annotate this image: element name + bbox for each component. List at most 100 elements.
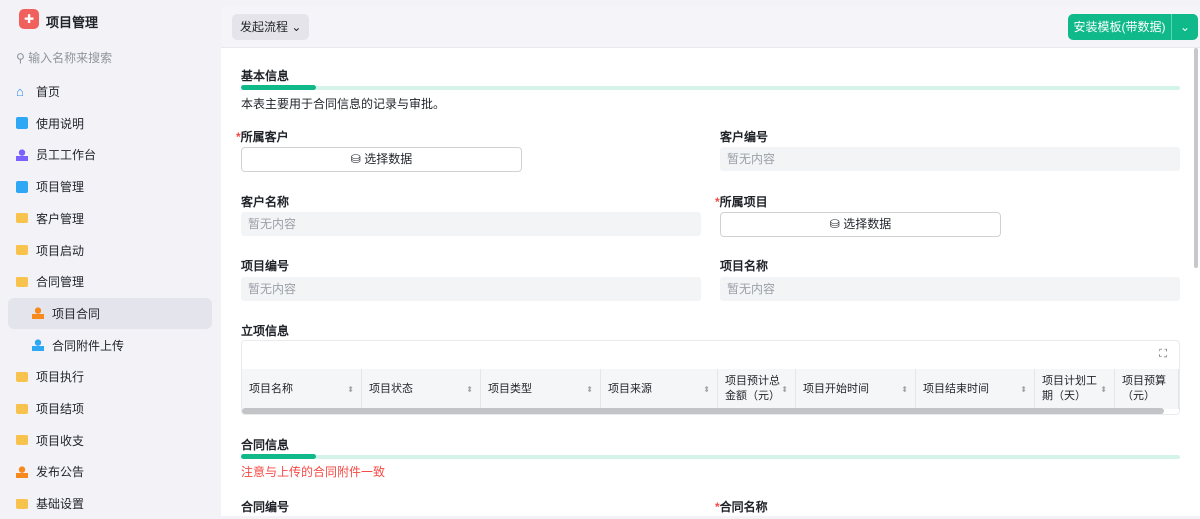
sidebar-item-label: 项目结项 [36,402,85,416]
label-contract-name: *合同名称 [715,500,768,514]
sidebar-item[interactable]: 项目管理 [8,171,212,202]
project-name-field: 暂无内容 [720,277,1180,301]
project-no-field: 暂无内容 [241,277,701,301]
user-icon [16,148,28,161]
lixiang-table: ⛶ 项目名称 ⬍ 项目状态 ⬍ 项目类型 ⬍ 项目来源 ⬍ 项目预计总金额（元） ⬍ 项目开始时间 ⬍… [241,340,1180,415]
install-template-button[interactable]: 安装模板(带数据) ⌄ [1068,14,1198,40]
user-icon [32,339,44,352]
section-title-lixiang: 立项信息 [241,324,290,338]
column-header-label: 项目名称 [249,382,293,395]
select-customer-button[interactable]: ⛁ 选择数据 [241,147,522,172]
sidebar-item-label: 发布公告 [36,465,85,480]
section-title-contract: 合同信息 [241,438,290,452]
folder-open-icon [16,276,28,287]
chevron-down-icon: ⌄ [291,20,302,34]
folder-icon [16,371,28,382]
folder-icon [16,498,28,509]
sidebar-item[interactable]: 合同附件上传 [8,330,212,361]
sort-icon[interactable]: ⬍ [781,382,788,397]
label-project-no: 项目编号 [241,259,290,273]
sidebar-item-label: 员工工作台 [36,148,97,163]
column-header-label: 项目来源 [608,382,652,395]
user-icon [32,307,44,320]
sidebar-item-label: 项目执行 [36,370,85,385]
sort-icon[interactable]: ⬍ [1020,382,1027,397]
database-icon: ⛁ [350,152,361,166]
sort-icon[interactable]: ⬍ [901,382,908,397]
sidebar-item-label: 合同附件上传 [52,338,125,353]
column-header-label: 项目开始时间 [803,382,869,395]
column-header[interactable]: 项目预计总金额（元） ⬍ [718,369,796,409]
column-header[interactable]: 项目来源 ⬍ [601,369,718,409]
search-icon: ⚲ [16,51,25,65]
customer-name-field: 暂无内容 [241,212,701,236]
sidebar-item[interactable]: 使用说明 [8,108,212,139]
sidebar-item[interactable]: 基础设置 [8,488,212,519]
sidebar-item-label: 合同管理 [36,275,85,290]
column-header[interactable]: 项目计划工期（天） ⬍ [1035,369,1115,409]
sidebar-item[interactable]: 项目执行 [8,361,212,392]
main-panel: 发起流程 ⌄ 安装模板(带数据) ⌄ 基本信息 本表主要用于合同信息的记录与审批… [221,6,1200,516]
sidebar-item[interactable]: 员工工作台 [8,139,212,170]
customer-no-field: 暂无内容 [720,147,1180,171]
column-header-label: 项目结束时间 [923,382,989,395]
sidebar-item-label: 项目收支 [36,433,85,448]
app-title: 项目管理 [46,15,99,30]
database-icon: ⛁ [829,217,840,231]
section-divider [241,454,1180,459]
column-header[interactable]: 项目开始时间 ⬍ [796,369,916,409]
sidebar-item[interactable]: 客户管理 [8,203,212,234]
horizontal-scrollbar[interactable] [242,408,1164,414]
contract-warning: 注意与上传的合同附件一致 [241,465,386,479]
sidebar-item[interactable]: 项目合同 [8,297,212,329]
column-header[interactable]: 项目结束时间 ⬍ [916,369,1035,409]
sidebar-item-label: 项目合同 [52,306,101,321]
sidebar-item-label: 基础设置 [36,497,85,512]
sidebar-item[interactable]: 发布公告 [8,456,212,487]
sidebar-item-label: 客户管理 [36,211,85,226]
sidebar-item[interactable]: 项目结项 [8,393,212,424]
label-project: *所属项目 [715,195,768,209]
doc-icon [16,180,28,193]
folder-icon [16,435,28,446]
search-placeholder: 输入名称来搜索 [28,51,113,65]
sidebar-item[interactable]: 项目启动 [8,235,212,266]
vertical-scrollbar[interactable] [1194,48,1198,268]
folder-icon [16,245,28,255]
sidebar-item[interactable]: 项目收支 [8,425,212,456]
sort-icon[interactable]: ⬍ [466,382,473,397]
column-header[interactable]: 项目名称 ⬍ [242,369,362,409]
column-header[interactable]: 项目状态 ⬍ [362,369,481,409]
sort-icon[interactable]: ⬍ [703,382,710,397]
doc-icon [16,117,28,130]
section-description: 本表主要用于合同信息的记录与审批。 [241,97,446,111]
user-icon [16,465,28,478]
column-header-label: 项目类型 [488,382,532,395]
select-project-button[interactable]: ⛁ 选择数据 [720,212,1001,237]
sort-icon[interactable]: ⬍ [586,382,593,397]
fullscreen-icon[interactable]: ⛶ [1159,348,1167,361]
start-flow-button[interactable]: 发起流程 ⌄ [232,14,310,40]
column-header-label: 项目计划工期（天） [1042,375,1097,402]
sidebar: ✚ 项目管理 ⚲ 输入名称来搜索 ⌂ 首页 使用说明 员工工作台 项目管理 客户管理 项目启… [0,0,220,516]
search-input[interactable]: ⚲ 输入名称来搜索 [16,49,112,66]
sidebar-item[interactable]: 合同管理 [8,266,212,297]
install-template-label[interactable]: 安装模板(带数据) [1068,14,1172,40]
sort-icon[interactable]: ⬍ [347,382,354,397]
column-header-label: 项目状态 [369,382,413,395]
column-header-label: 项目预计总金额（元） [725,375,780,402]
sidebar-item[interactable]: ⌂ 首页 [8,76,212,107]
folder-icon [16,403,28,414]
home-icon: ⌂ [16,83,24,99]
section-divider [241,85,1180,90]
label-customer: *所属客户 [236,130,289,144]
start-flow-label: 发起流程 [240,20,289,34]
label-customer-name: 客户名称 [241,195,290,209]
column-header[interactable]: 项目类型 ⬍ [481,369,601,409]
section-title-basic: 基本信息 [241,69,290,83]
sidebar-item-label: 使用说明 [36,116,85,131]
chevron-down-icon[interactable]: ⌄ [1172,14,1198,40]
folder-icon [16,213,28,224]
column-header[interactable]: 项目预算（元） [1115,369,1179,409]
sort-icon[interactable]: ⬍ [1100,382,1107,397]
